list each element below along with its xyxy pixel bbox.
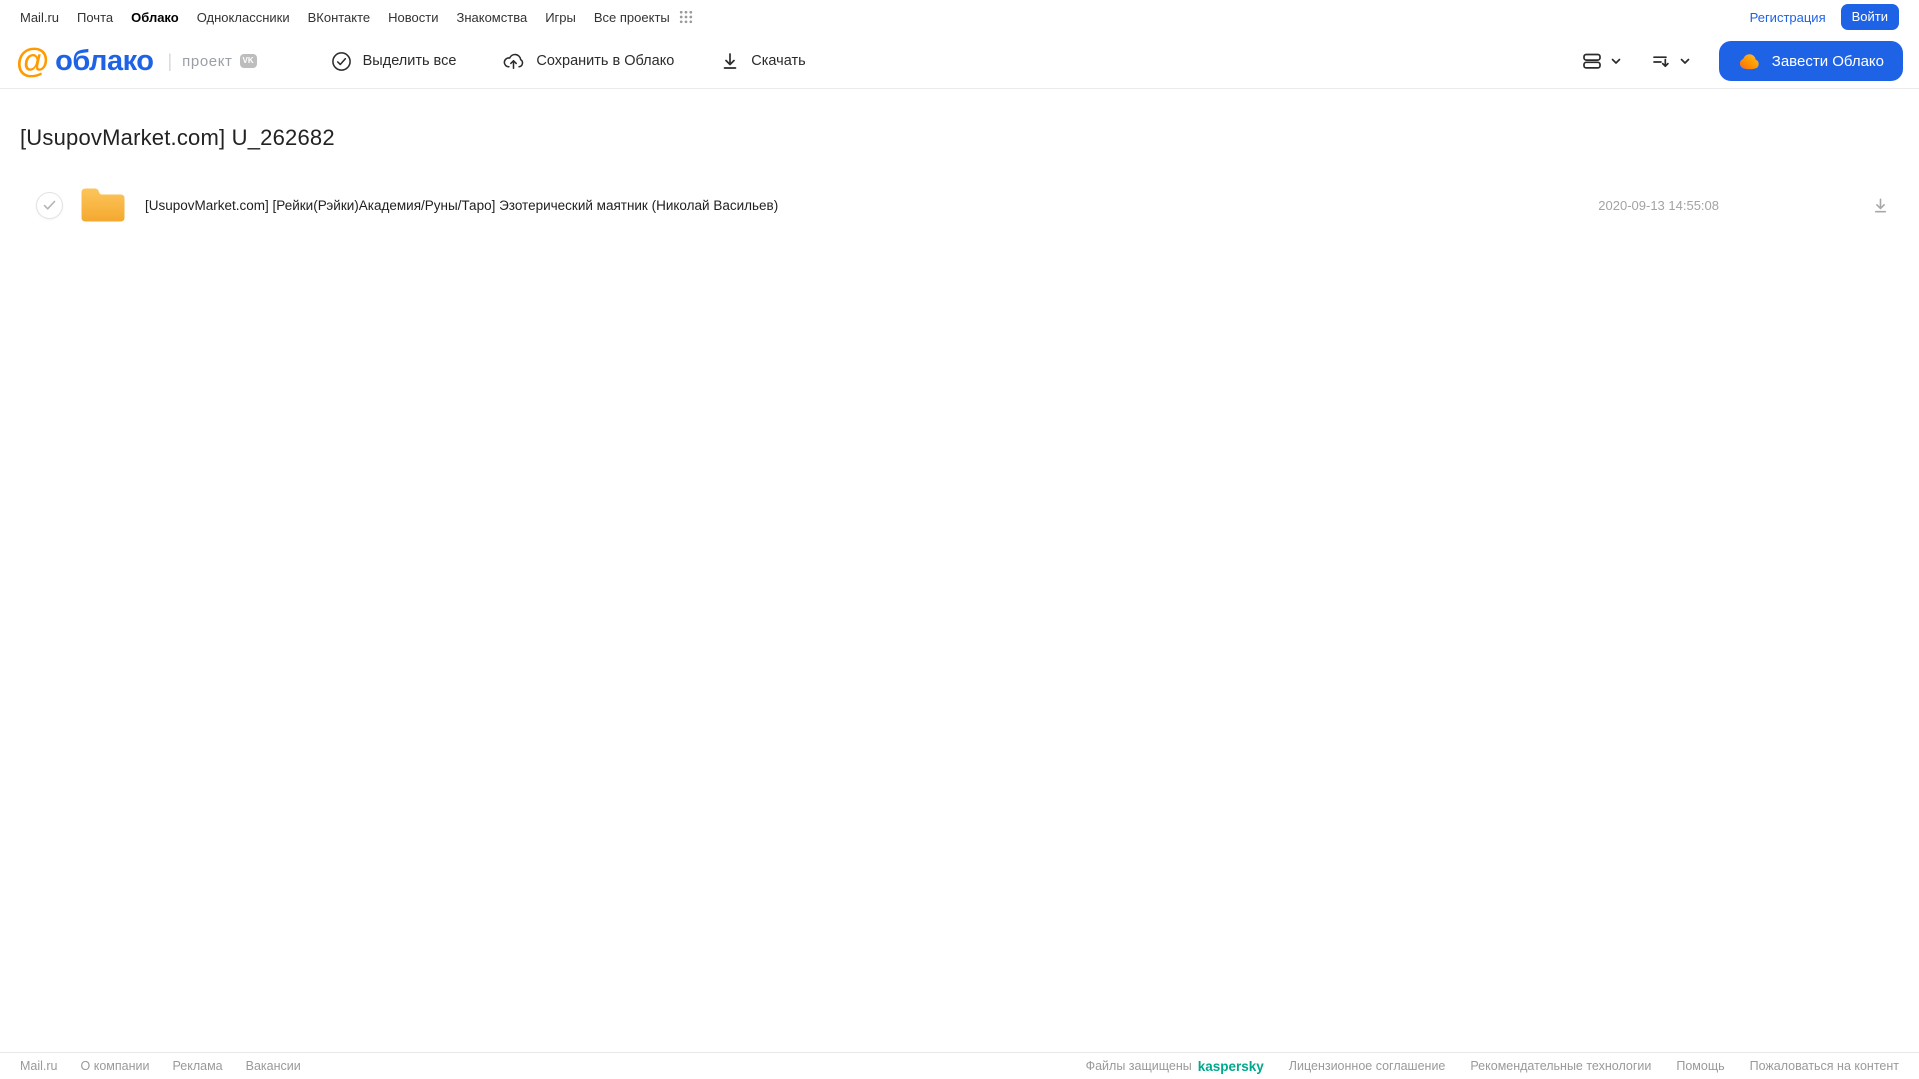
- cloud-header: @ облако | проект VK Выделить все Сохран…: [0, 34, 1919, 89]
- page-title: [UsupovMarket.com] U_262682: [20, 125, 335, 150]
- topnav-links: Mail.ru Почта Облако Одноклассники ВКонтакте…: [20, 10, 670, 25]
- row-download-icon[interactable]: [1871, 196, 1890, 215]
- footer-link[interactable]: Реклама: [172, 1059, 222, 1073]
- topnav-link[interactable]: Почта: [77, 10, 113, 25]
- footer-link[interactable]: Помощь: [1676, 1059, 1724, 1073]
- cloud-blob-icon: [1738, 51, 1762, 72]
- download-icon: [720, 51, 740, 71]
- row-checkbox[interactable]: [36, 191, 63, 219]
- header-right-controls: Завести Облако: [1581, 41, 1903, 81]
- create-cloud-button[interactable]: Завести Облако: [1718, 41, 1903, 81]
- mailru-at-icon: @: [16, 41, 50, 80]
- topnav-link[interactable]: Одноклассники: [197, 10, 290, 25]
- footer-right-links: Лицензионное соглашение Рекомендательные …: [1289, 1059, 1899, 1073]
- download-label: Скачать: [751, 53, 806, 69]
- login-button[interactable]: Войти: [1840, 4, 1899, 30]
- footer-link[interactable]: Пожаловаться на контент: [1750, 1059, 1899, 1073]
- check-icon: [43, 200, 56, 210]
- vk-badge-icon: VK: [239, 54, 257, 68]
- save-to-cloud-button[interactable]: Сохранить в Облако: [502, 50, 674, 73]
- select-all-button[interactable]: Выделить все: [331, 51, 457, 72]
- page-footer: Mail.ru О компании Реклама Вакансии Файлы з…: [0, 1052, 1919, 1079]
- topnav-auth: Регистрация Войти: [1750, 4, 1899, 30]
- project-label-text: проект: [182, 52, 233, 70]
- cloud-logo[interactable]: @ облако | проект VK: [16, 41, 257, 80]
- cloud-upload-icon: [502, 50, 525, 73]
- file-name[interactable]: [UsupovMarket.com] [Рейки(Рэйки)Академия…: [145, 198, 778, 213]
- topnav-link[interactable]: Mail.ru: [20, 10, 59, 25]
- chevron-down-icon: [1679, 55, 1691, 67]
- footer-link[interactable]: Лицензионное соглашение: [1289, 1059, 1446, 1073]
- cloud-logo-text: облако: [55, 44, 154, 77]
- share-page-content: [UsupovMarket.com] U_262682 [UsupovMarke…: [0, 89, 1919, 1052]
- footer-right: Файлы защищены kaspersky Лицензионное со…: [1086, 1059, 1899, 1074]
- save-to-cloud-label: Сохранить в Облако: [536, 53, 675, 69]
- topnav-link[interactable]: Игры: [545, 10, 576, 25]
- footer-link[interactable]: О компании: [81, 1059, 150, 1073]
- sort-control[interactable]: [1650, 50, 1691, 72]
- topnav-link[interactable]: ВКонтакте: [308, 10, 371, 25]
- list-view-icon: [1581, 50, 1603, 72]
- folder-icon: [80, 186, 126, 224]
- footer-link[interactable]: Вакансии: [246, 1059, 301, 1073]
- all-projects-grid-icon[interactable]: [679, 10, 693, 24]
- select-all-label: Выделить все: [362, 53, 457, 69]
- check-circle-icon: [331, 51, 352, 72]
- topnav-link[interactable]: Облако: [131, 10, 179, 25]
- project-label: проект VK: [182, 52, 257, 70]
- portal-topnav: Mail.ru Почта Облако Одноклассники ВКонтакте…: [0, 0, 1919, 34]
- file-toolbar: Выделить все Сохранить в Облако Скачать: [331, 50, 806, 73]
- registration-link[interactable]: Регистрация: [1750, 10, 1826, 25]
- sort-icon: [1650, 50, 1672, 72]
- file-row[interactable]: [UsupovMarket.com] [Рейки(Рэйки)Академия…: [0, 181, 1919, 229]
- kaspersky-protection: Файлы защищены kaspersky: [1086, 1059, 1264, 1074]
- topnav-link[interactable]: Новости: [388, 10, 438, 25]
- topnav-link[interactable]: Знакомства: [456, 10, 527, 25]
- footer-link[interactable]: Рекомендательные технологии: [1470, 1059, 1651, 1073]
- file-date: 2020-09-13 14:55:08: [1598, 197, 1719, 213]
- create-cloud-label: Завести Облако: [1771, 52, 1884, 70]
- footer-left-links: Mail.ru О компании Реклама Вакансии: [20, 1059, 301, 1073]
- view-mode-control[interactable]: [1581, 50, 1622, 72]
- chevron-down-icon: [1610, 55, 1622, 67]
- protected-label: Файлы защищены: [1085, 1059, 1192, 1073]
- footer-link[interactable]: Mail.ru: [20, 1059, 58, 1073]
- topnav-link[interactable]: Все проекты: [594, 10, 670, 25]
- logo-divider: |: [167, 50, 173, 71]
- download-button[interactable]: Скачать: [720, 51, 806, 71]
- kaspersky-logo[interactable]: kaspersky: [1198, 1059, 1264, 1074]
